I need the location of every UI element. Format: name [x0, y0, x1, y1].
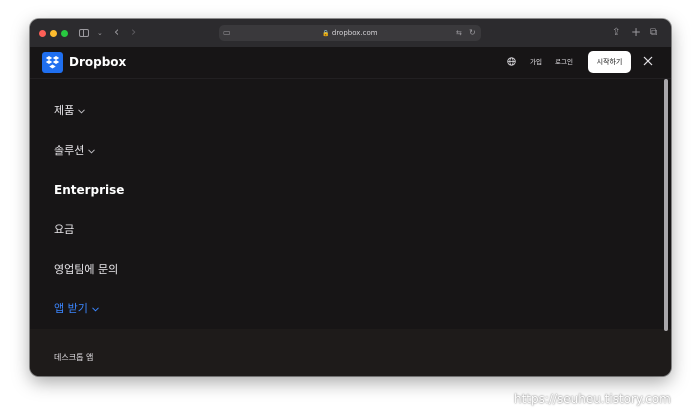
url-display[interactable]: 🔒 dropbox.com	[219, 25, 481, 42]
sidebar-toggle-icon[interactable]	[79, 29, 89, 37]
back-icon[interactable]: ‹	[114, 26, 119, 40]
zoom-window-button[interactable]	[61, 30, 68, 37]
translate-icon[interactable]: ⇆	[456, 26, 462, 40]
nav-menu: 제품 솔루션 Enterprise 요금 영업팀에 문의 앱 받기	[30, 79, 671, 329]
scrollbar[interactable]	[664, 79, 668, 331]
globe-icon[interactable]	[507, 57, 516, 66]
site-header: Dropbox 가입 로그인 시작하기	[30, 47, 671, 79]
submenu-item-desktop-app[interactable]: 데스크톱 앱	[54, 352, 93, 363]
menu-item-pricing[interactable]: 요금	[54, 223, 74, 237]
chevron-down-icon	[78, 108, 86, 114]
close-icon[interactable]	[643, 56, 653, 66]
menu-item-label: 솔루션	[54, 144, 85, 157]
dropbox-logo-icon[interactable]	[42, 52, 63, 73]
menu-item-label: 앱 받기	[54, 302, 88, 315]
minimize-window-button[interactable]	[50, 30, 57, 37]
tab-overview-icon[interactable]: ⧉	[650, 26, 657, 40]
browser-window: ⌄ ‹ › ▭ 🔒 dropbox.com ⇆ ↻ ⇪ + ⧉ Dropbox …	[30, 19, 671, 376]
address-bar[interactable]: ▭ 🔒 dropbox.com ⇆ ↻	[219, 25, 481, 41]
url-text: dropbox.com	[331, 29, 378, 37]
start-button[interactable]: 시작하기	[588, 51, 631, 73]
menu-item-label: 제품	[54, 104, 75, 117]
forward-icon[interactable]: ›	[131, 26, 136, 40]
new-tab-icon[interactable]: +	[631, 25, 641, 39]
get-app-submenu: 데스크톱 앱	[30, 329, 671, 376]
share-icon[interactable]: ⇪	[612, 26, 620, 40]
chevron-down-icon[interactable]: ⌄	[97, 26, 103, 40]
menu-item-solutions[interactable]: 솔루션	[54, 144, 96, 158]
menu-item-get-app[interactable]: 앱 받기	[54, 302, 99, 316]
lock-icon: 🔒	[322, 30, 330, 37]
browser-toolbar: ⌄ ‹ › ▭ 🔒 dropbox.com ⇆ ↻ ⇪ + ⧉	[30, 19, 671, 48]
menu-item-contact-sales[interactable]: 영업팀에 문의	[54, 263, 118, 277]
chevron-down-icon	[92, 306, 99, 312]
signup-link[interactable]: 가입	[530, 58, 542, 67]
reload-icon[interactable]: ↻	[469, 26, 476, 40]
login-link[interactable]: 로그인	[555, 58, 573, 67]
chevron-down-icon	[88, 148, 96, 154]
menu-item-products[interactable]: 제품	[54, 104, 86, 118]
watermark-text: https://seuheu.tistory.com	[514, 392, 671, 406]
close-window-button[interactable]	[39, 30, 46, 37]
brand-name[interactable]: Dropbox	[69, 55, 126, 69]
menu-item-enterprise[interactable]: Enterprise	[54, 183, 124, 197]
